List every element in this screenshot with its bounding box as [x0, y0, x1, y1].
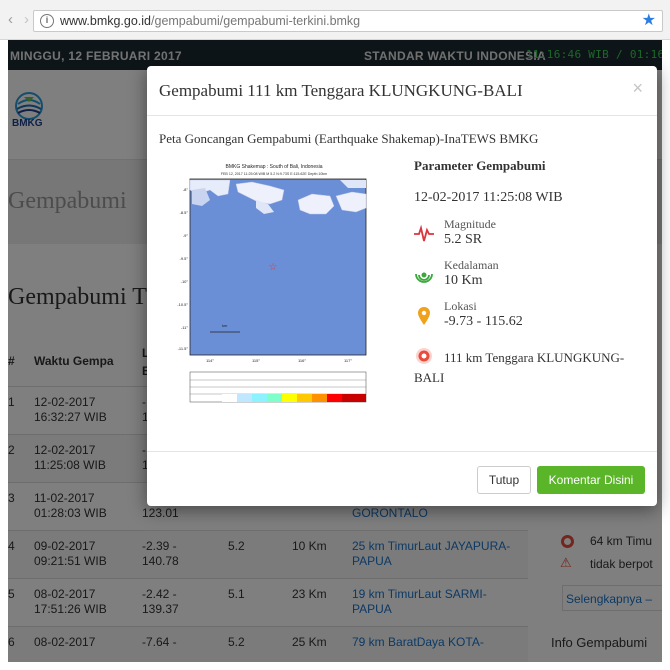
modal-footer: Tutup Komentar Disini — [147, 451, 657, 506]
shakemap-info: FEB 12, 2017 11:25:08 WIB M 5.2 N:9.73S … — [221, 172, 327, 176]
magnitude-value: 5.2 SR — [444, 232, 483, 247]
depth-label: Kedalaman — [444, 258, 499, 272]
forward-icon[interactable]: › — [24, 12, 29, 28]
epicenter-star-icon: ☆ — [269, 262, 278, 273]
location-value: -9.73 - 115.62 — [444, 314, 523, 329]
parameters-title: Parameter Gempabumi — [414, 158, 546, 173]
earthquake-modal: Gempabumi 111 km Tenggara KLUNGKUNG-BALI… — [147, 66, 657, 506]
address-bar[interactable]: i www.bmkg.go.id/gempabumi/gempabumi-ter… — [33, 10, 663, 32]
info-icon[interactable]: i — [40, 14, 54, 28]
lat-tick: -9° — [183, 233, 189, 238]
lat-tick: -10.5° — [177, 302, 188, 307]
depth-icon — [415, 272, 433, 283]
event-datetime: 12-02-2017 11:25:08 WIB — [414, 190, 563, 205]
modal-header: Gempabumi 111 km Tenggara KLUNGKUNG-BALI… — [147, 66, 657, 116]
modal-title: Gempabumi 111 km Tenggara KLUNGKUNG-BALI — [159, 81, 523, 100]
lat-tick: -8° — [183, 187, 189, 192]
lat-tick: -8.5° — [180, 210, 189, 215]
lat-tick: -9.5° — [180, 256, 189, 261]
magnitude-label: Magnitude — [444, 217, 496, 231]
lon-tick: 114° — [206, 358, 214, 363]
browser-toolbar: ‹ › i www.bmkg.go.id/gempabumi/gempabumi… — [0, 0, 670, 40]
shakemap-title: BMKG Shakemap : South of Bali, Indonesia — [226, 164, 323, 170]
lat-tick: -11° — [181, 325, 188, 330]
shakemap-image[interactable]: BMKG Shakemap : South of Bali, Indonesia… — [170, 160, 379, 410]
bookmark-star-icon[interactable]: ★ — [642, 11, 656, 31]
region-description: 111 km Tenggara KLUNGKUNG-BALI — [414, 350, 625, 385]
shakemap-subtitle: Peta Goncangan Gempabumi (Earthquake Sha… — [159, 131, 539, 146]
lon-tick: 117° — [344, 358, 352, 363]
scale-label: km — [222, 323, 228, 328]
close-icon[interactable]: × — [632, 78, 643, 99]
lat-tick: -10° — [181, 279, 189, 284]
location-pin-icon — [418, 307, 430, 325]
magnitude-icon — [414, 224, 434, 242]
location-label: Lokasi — [444, 299, 477, 313]
lon-tick: 115° — [252, 358, 260, 363]
url-text[interactable]: www.bmkg.go.id/gempabumi/gempabumi-terki… — [60, 14, 360, 28]
depth-value: 10 Km — [444, 273, 483, 288]
lon-tick: 116° — [298, 358, 306, 363]
close-button[interactable]: Tutup — [477, 466, 531, 494]
lat-tick: -11.5° — [178, 346, 189, 351]
back-icon[interactable]: ‹ — [8, 12, 13, 28]
comment-button[interactable]: Komentar Disini — [537, 466, 645, 494]
